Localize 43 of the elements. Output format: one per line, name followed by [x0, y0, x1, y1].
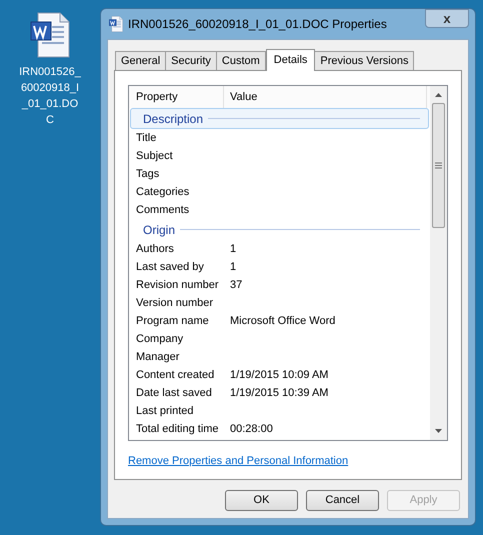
property-value: Microsoft Office Word — [229, 314, 336, 329]
property-value: 1 — [229, 242, 236, 257]
tab[interactable]: Custom — [216, 51, 266, 70]
property-name: Manager — [135, 350, 180, 365]
remove-properties-link[interactable]: Remove Properties and Personal Information — [128, 453, 348, 470]
property-name: Last saved by — [135, 260, 205, 275]
property-name: Comments — [135, 202, 190, 218]
property-name: Last printed — [135, 404, 194, 419]
property-name: Tags — [135, 166, 160, 182]
tab[interactable]: Details — [266, 49, 316, 71]
scroll-thumb[interactable] — [432, 103, 445, 228]
property-name: Date last saved — [135, 386, 213, 401]
window-title: IRN001526_60020918_I_01_01.DOC Properties — [128, 16, 387, 33]
group-header[interactable]: Origin — [130, 219, 429, 240]
property-value: 00:28:00 — [229, 422, 273, 437]
group-label: Description — [143, 110, 204, 128]
property-name: Title — [135, 130, 158, 146]
grip-icon — [435, 162, 442, 169]
property-name: Company — [135, 332, 184, 347]
group-header[interactable]: Description — [130, 108, 429, 129]
dialog-button[interactable]: Cancel — [306, 490, 379, 511]
property-name: Program name — [135, 314, 210, 329]
document-icon — [109, 16, 123, 32]
property-name: Categories — [135, 184, 190, 200]
close-button[interactable]: x — [425, 9, 469, 28]
property-value: 1/19/2015 10:39 AM — [229, 386, 328, 401]
property-name: Total editing time — [135, 422, 220, 437]
property-name: Content created — [135, 368, 216, 383]
tab[interactable]: Security — [165, 51, 217, 70]
property-name: Revision number — [135, 278, 220, 293]
property-value: 1 — [229, 260, 236, 275]
group-label: Origin — [143, 222, 176, 238]
desktop-icon-label[interactable]: IRN001526_60020918_I_01_01.DOC — [18, 64, 82, 128]
property-value: 1/19/2015 10:09 AM — [229, 368, 328, 383]
property-value: 37 — [229, 278, 242, 293]
scrollbar[interactable] — [430, 86, 447, 440]
dialog-button[interactable]: OK — [225, 490, 298, 511]
document-icon — [30, 12, 70, 58]
property-name: Authors — [135, 242, 175, 257]
tab[interactable]: Previous Versions — [314, 51, 414, 70]
tab[interactable]: General — [115, 51, 166, 70]
property-name: Version number — [135, 296, 214, 311]
property-name: Subject — [135, 148, 174, 164]
